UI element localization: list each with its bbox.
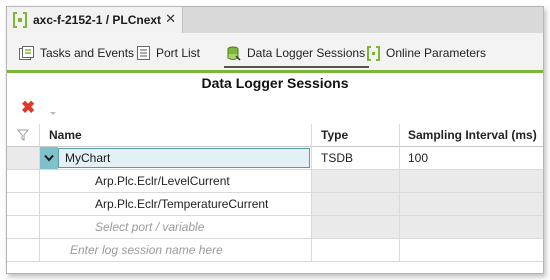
variable-row[interactable]: Arp.Plc.Eclr/LevelCurrent: [7, 170, 543, 193]
chevron-down-icon[interactable]: [50, 112, 56, 115]
row-gutter: [7, 239, 40, 262]
session-name-input[interactable]: MyChart: [58, 148, 310, 168]
new-session-type-cell[interactable]: [312, 239, 400, 262]
new-session-name-placeholder[interactable]: Enter log session name here: [40, 239, 312, 262]
variable-sampling-cell: [400, 216, 543, 239]
row-gutter: [7, 216, 40, 239]
variable-type-cell: [312, 170, 400, 193]
tab-data-logger-sessions[interactable]: Data Logger Sessions: [223, 42, 370, 68]
variable-sampling-cell: [400, 170, 543, 193]
page-title: Data Logger Sessions: [201, 75, 349, 91]
tab-online-parameters[interactable]: Online Parameters: [367, 42, 486, 64]
filter-icon[interactable]: [7, 124, 40, 147]
datalogger-icon: [227, 46, 241, 61]
delete-icon[interactable]: ✖: [21, 99, 35, 117]
tab-label: Online Parameters: [386, 46, 487, 60]
row-gutter: [7, 193, 40, 216]
select-variable-placeholder[interactable]: Select port / variable: [40, 216, 312, 239]
close-icon[interactable]: ✕: [165, 12, 176, 26]
tab-label: Port List: [156, 46, 201, 60]
column-header-type[interactable]: Type: [312, 124, 400, 147]
variable-type-cell: [312, 216, 400, 239]
add-variable-row[interactable]: Select port / variable: [7, 216, 543, 239]
sessions-grid: Name Type Sampling Interval (ms) MyChart…: [7, 124, 543, 273]
list-icon: [137, 46, 150, 60]
new-session-row[interactable]: Enter log session name here: [7, 239, 543, 262]
column-header-sampling-interval[interactable]: Sampling Interval (ms): [400, 124, 543, 147]
chevron-down-icon[interactable]: [40, 147, 58, 169]
new-session-sampling-cell[interactable]: [400, 239, 543, 262]
session-type-cell[interactable]: TSDB: [312, 147, 400, 170]
variable-row[interactable]: Arp.Plc.Eclr/TemperatureCurrent: [7, 193, 543, 216]
document-tab[interactable]: axc-f-2152-1 / PLCnext ✕: [7, 7, 183, 33]
variable-type-cell: [312, 193, 400, 216]
session-row[interactable]: MyChart TSDB 100: [7, 147, 543, 170]
session-sampling-interval-cell[interactable]: 100: [400, 147, 543, 170]
document-tab-strip: axc-f-2152-1 / PLCnext ✕: [7, 7, 543, 33]
tab-tasks-and-events[interactable]: Tasks and Events: [19, 42, 134, 64]
variable-name-cell[interactable]: Arp.Plc.Eclr/TemperatureCurrent: [40, 193, 312, 216]
tasks-icon: [19, 45, 34, 61]
session-name-cell[interactable]: MyChart: [40, 147, 312, 170]
tab-port-list[interactable]: Port List: [137, 42, 200, 64]
variable-name-cell[interactable]: Arp.Plc.Eclr/LevelCurrent: [40, 170, 312, 193]
window: axc-f-2152-1 / PLCnext ✕ Tasks and Event…: [6, 6, 544, 274]
variable-sampling-cell: [400, 193, 543, 216]
document-tab-title: axc-f-2152-1 / PLCnext: [33, 13, 162, 27]
column-header-name[interactable]: Name: [40, 124, 312, 147]
plcnext-icon: [367, 45, 380, 61]
editor-tab-bar: Tasks and Events Port List Data Logger S…: [7, 33, 543, 73]
row-gutter: [7, 147, 40, 170]
plcnext-icon: [13, 12, 27, 28]
row-gutter: [7, 170, 40, 193]
tab-label: Tasks and Events: [40, 46, 135, 60]
tab-label: Data Logger Sessions: [247, 46, 366, 60]
grid-header-row: Name Type Sampling Interval (ms): [7, 124, 543, 147]
